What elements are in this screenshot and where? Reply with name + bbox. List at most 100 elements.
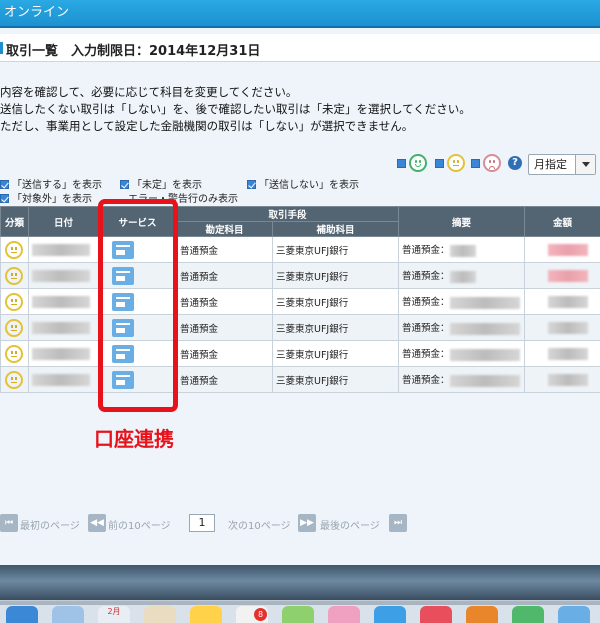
filter-not-send[interactable]: 「送信しない」を表示 <box>247 176 359 191</box>
amount-cell <box>524 340 600 367</box>
col-account[interactable]: 勘定科目 <box>176 221 273 237</box>
page-number-input[interactable]: 1 <box>189 514 215 532</box>
display-filters: 「送信する」を表示 「未定」を表示 「送信しない」を表示 「対象外」を表示 エラ… <box>0 172 600 208</box>
summary-cell: 普通預金： <box>398 314 526 341</box>
calendar-icon[interactable]: 2月 <box>98 606 130 623</box>
books-icon[interactable] <box>466 606 498 623</box>
neutral-face-icon[interactable] <box>5 370 23 389</box>
account-cell[interactable]: 普通預金 <box>176 236 273 263</box>
prev-pages-icon[interactable]: ◀◀ <box>88 514 106 532</box>
table-row[interactable]: 普通預金 三菱東京UFJ銀行 普通預金： <box>0 262 600 289</box>
first-page-icon[interactable]: ⏮ <box>0 514 18 532</box>
smile-face-icon[interactable] <box>409 154 427 172</box>
date-cell <box>28 236 99 263</box>
filter-checkbox-positive[interactable] <box>397 159 406 168</box>
col-amount[interactable]: 金額 <box>524 206 600 237</box>
category-cell[interactable] <box>0 314 29 341</box>
mail-icon[interactable] <box>52 606 84 623</box>
instructions: 内容を確認して、必要に応じて科目を変更してください。 送信したくない取引は「しな… <box>0 84 471 135</box>
account-cell[interactable]: 普通預金 <box>176 366 273 393</box>
account-cell[interactable]: 普通預金 <box>176 262 273 289</box>
filter-not-send-label: 「送信しない」を表示 <box>259 180 359 191</box>
table-row[interactable]: 普通預金 三菱東京UFJ銀行 普通預金： <box>0 314 600 341</box>
col-summary[interactable]: 摘要 <box>398 206 526 237</box>
account-cell[interactable]: 普通預金 <box>176 288 273 315</box>
next-pages-icon[interactable]: ▶▶ <box>298 514 316 532</box>
maps-icon[interactable] <box>282 606 314 623</box>
col-date[interactable]: 日付 <box>28 206 99 237</box>
filter-excluded-label: 「対象外」を表示 <box>12 194 92 205</box>
finder-icon[interactable] <box>6 606 38 623</box>
category-cell[interactable] <box>0 236 29 263</box>
notes-icon[interactable] <box>144 606 176 623</box>
filter-excluded[interactable]: 「対象外」を表示 <box>0 190 92 205</box>
instruction-line: 送信したくない取引は「しない」を、後で確認したい取引は「未定」を選択してください… <box>0 102 471 116</box>
account-cell[interactable]: 普通預金 <box>176 314 273 341</box>
neutral-face-icon[interactable] <box>447 154 465 172</box>
neutral-face-icon[interactable] <box>5 240 23 259</box>
amount-cell <box>524 366 600 393</box>
table-row[interactable]: 普通預金 三菱東京UFJ銀行 普通預金： <box>0 236 600 263</box>
first-page-link[interactable]: 最初のページ <box>20 517 80 532</box>
pagination: ⏮ 最初のページ ◀◀ 前の10ページ 1 次の10ページ ▶▶ 最後のページ … <box>0 514 600 534</box>
date-cell <box>28 262 99 289</box>
summary-text: 普通預金： <box>402 349 450 361</box>
category-cell[interactable] <box>0 340 29 367</box>
messages-icon[interactable] <box>374 606 406 623</box>
sub-account-cell[interactable]: 三菱東京UFJ銀行 <box>271 236 400 263</box>
last-page-icon[interactable]: ⏭ <box>389 514 407 532</box>
instruction-line: 内容を確認して、必要に応じて科目を変更してください。 <box>0 85 298 99</box>
account-cell[interactable]: 普通預金 <box>176 340 273 367</box>
titlebar-divider <box>0 26 600 28</box>
app-titlebar: オンライン <box>0 0 600 28</box>
numbers-icon[interactable] <box>512 606 544 623</box>
neutral-face-icon[interactable] <box>5 344 23 363</box>
sub-account-cell[interactable]: 三菱東京UFJ銀行 <box>271 340 400 367</box>
filter-checkbox-neutral[interactable] <box>435 159 444 168</box>
summary-text: 普通預金： <box>402 271 450 283</box>
col-sub-account[interactable]: 補助科目 <box>271 221 400 237</box>
music-icon[interactable] <box>420 606 452 623</box>
transactions-table: 分類 日付 サービス 取引手段 摘要 金額 勘定科目 補助科目 普通預金 三菱東… <box>0 206 600 393</box>
filter-checkbox-negative[interactable] <box>471 159 480 168</box>
sub-account-cell[interactable]: 三菱東京UFJ銀行 <box>271 288 400 315</box>
neutral-face-icon[interactable] <box>5 318 23 337</box>
photos-icon[interactable] <box>328 606 360 623</box>
category-cell[interactable] <box>0 262 29 289</box>
sub-account-cell[interactable]: 三菱東京UFJ銀行 <box>271 366 400 393</box>
stickies-icon[interactable] <box>190 606 222 623</box>
help-icon[interactable]: ? <box>508 156 522 170</box>
summary-text: 普通預金： <box>402 375 450 387</box>
summary-text: 普通預金： <box>402 297 450 309</box>
sad-face-icon[interactable] <box>483 154 501 172</box>
prev10-link[interactable]: 前の10ページ <box>108 517 171 532</box>
page-title: 取引一覧 入力制限日：2014年12月31日 <box>6 44 261 59</box>
last-page-link[interactable]: 最後のページ <box>320 517 380 532</box>
col-method: 取引手段 <box>175 206 400 222</box>
filter-undecided[interactable]: 「未定」を表示 <box>120 176 202 191</box>
category-cell[interactable] <box>0 366 29 393</box>
summary-cell: 普通預金： <box>398 340 526 367</box>
instruction-line: ただし、事業用として設定した金融機関の取引は「しない」が選択できません。 <box>0 119 414 133</box>
app-title: オンライン <box>4 5 70 20</box>
summary-cell: 普通預金： <box>398 236 526 263</box>
date-cell <box>28 366 99 393</box>
neutral-face-icon[interactable] <box>5 266 23 285</box>
next10-link[interactable]: 次の10ページ <box>228 517 291 532</box>
notification-badge: 8 <box>254 608 267 621</box>
summary-cell: 普通預金： <box>398 262 526 289</box>
col-category[interactable]: 分類 <box>0 206 29 237</box>
appstore-icon[interactable] <box>558 606 590 623</box>
table-row[interactable]: 普通預金 三菱東京UFJ銀行 普通預金： <box>0 340 600 367</box>
sub-account-cell[interactable]: 三菱東京UFJ銀行 <box>271 262 400 289</box>
table-row[interactable]: 普通預金 三菱東京UFJ銀行 普通預金： <box>0 288 600 315</box>
page-header: 取引一覧 入力制限日：2014年12月31日 <box>0 34 600 62</box>
table-row[interactable]: 普通預金 三菱東京UFJ銀行 普通預金： <box>0 366 600 393</box>
neutral-face-icon[interactable] <box>5 292 23 311</box>
amount-cell <box>524 314 600 341</box>
filter-send[interactable]: 「送信する」を表示 <box>0 176 102 191</box>
desktop-background <box>0 565 600 605</box>
category-cell[interactable] <box>0 288 29 315</box>
summary-text: 普通預金： <box>402 323 450 335</box>
sub-account-cell[interactable]: 三菱東京UFJ銀行 <box>271 314 400 341</box>
